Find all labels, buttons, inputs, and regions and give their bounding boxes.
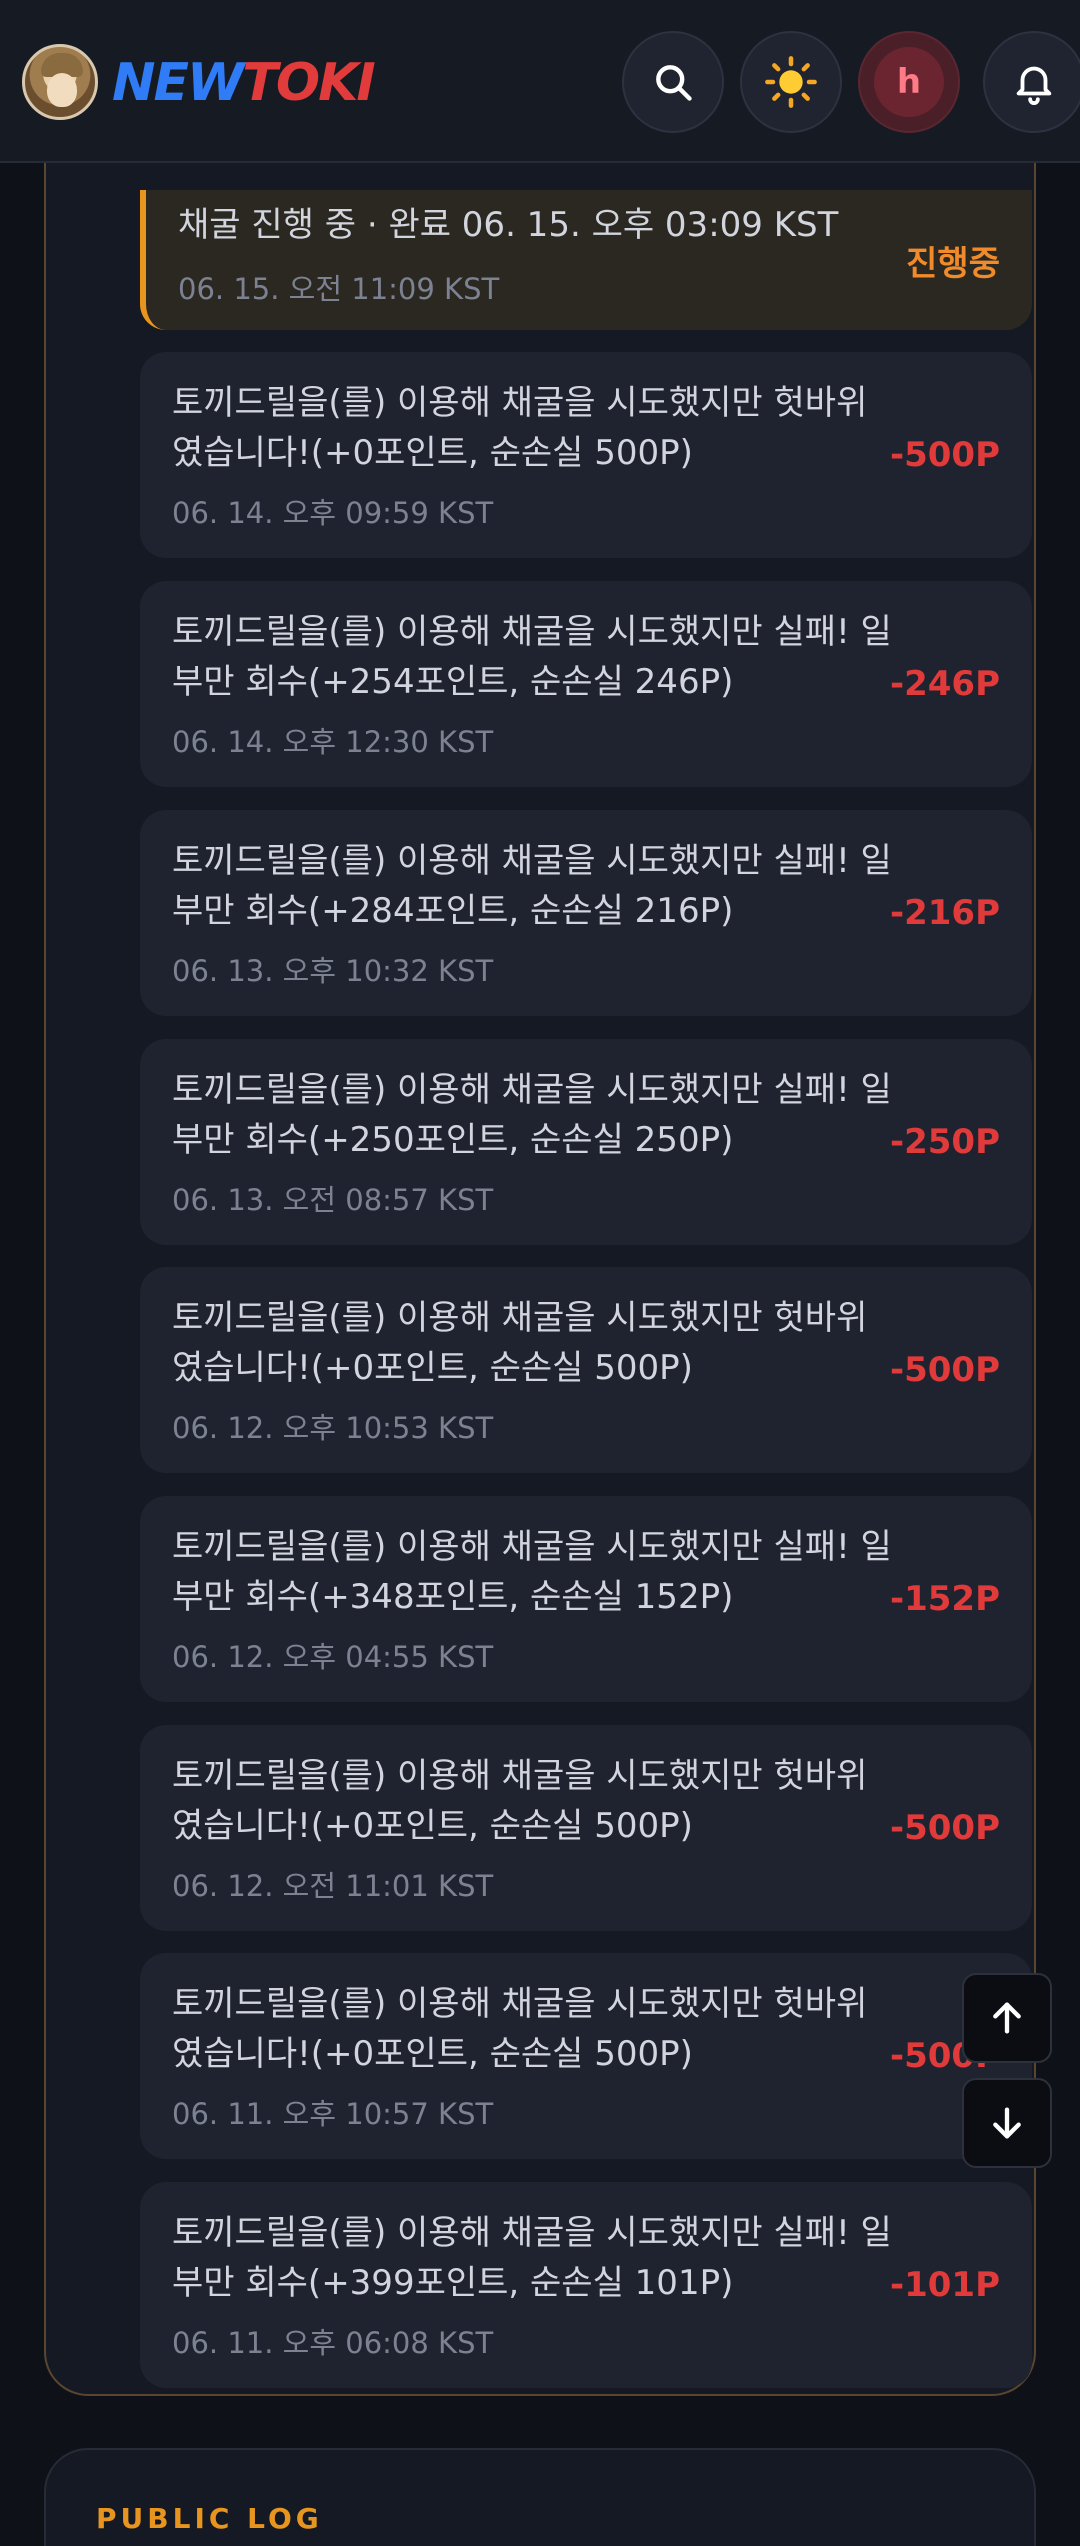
- log-status: 진행중: [906, 243, 1000, 284]
- scroll-to-top-button[interactable]: [962, 1973, 1052, 2063]
- log-message: 토끼드릴을(를) 이용해 채굴을 시도했지만 헛바위였습니다!(+0포인트, 순…: [172, 383, 868, 473]
- log-message: 토끼드릴을(를) 이용해 채굴을 시도했지만 헛바위였습니다!(+0포인트, 순…: [172, 1756, 868, 1846]
- site-logo[interactable]: NEWTOKI: [112, 48, 376, 118]
- log-amount: -500P: [889, 1350, 1000, 1390]
- theme-toggle-button[interactable]: [740, 31, 842, 133]
- arrow-up-icon: [993, 2002, 1021, 2034]
- log-time: 06. 12. 오후 10:53 KST: [172, 1411, 494, 1445]
- user-menu-button[interactable]: h: [858, 31, 960, 133]
- list-item: 토끼드릴을(를) 이용해 채굴을 시도했지만 헛바위였습니다!(+0포인트, 순…: [140, 1953, 1032, 2159]
- log-amount: -152P: [889, 1579, 1000, 1619]
- brand-new: NEW: [112, 53, 244, 113]
- log-time: 06. 12. 오후 04:55 KST: [172, 1640, 494, 1674]
- public-log-title: PUBLIC LOG: [96, 2502, 323, 2535]
- list-item: 토끼드릴을(를) 이용해 채굴을 시도했지만 실패! 일부만 회수(+399포인…: [140, 2182, 1032, 2388]
- log-message: 토끼드릴을(를) 이용해 채굴을 시도했지만 실패! 일부만 회수(+399포인…: [172, 2213, 892, 2303]
- list-item: 토끼드릴을(를) 이용해 채굴을 시도했지만 실패! 일부만 회수(+254포인…: [140, 581, 1032, 787]
- log-message: 토끼드릴을(를) 이용해 채굴을 시도했지만 실패! 일부만 회수(+250포인…: [172, 1070, 892, 1160]
- log-message: 토끼드릴을(를) 이용해 채굴을 시도했지만 헛바위였습니다!(+0포인트, 순…: [172, 1984, 868, 2074]
- log-amount: -250P: [889, 1122, 1000, 1162]
- log-amount: -500P: [889, 435, 1000, 475]
- log-amount: -246P: [889, 664, 1000, 704]
- log-time: 06. 14. 오후 09:59 KST: [172, 496, 494, 530]
- log-message: 토끼드릴을(를) 이용해 채굴을 시도했지만 실패! 일부만 회수(+254포인…: [172, 612, 892, 702]
- list-item: 토끼드릴을(를) 이용해 채굴을 시도했지만 헛바위였습니다!(+0포인트, 순…: [140, 352, 1032, 558]
- arrow-down-icon: [993, 2107, 1021, 2139]
- notifications-button[interactable]: [983, 31, 1080, 133]
- sun-icon: [765, 56, 817, 108]
- list-item: 토끼드릴을(를) 이용해 채굴을 시도했지만 실패! 일부만 회수(+250포인…: [140, 1039, 1032, 1245]
- log-time: 06. 14. 오후 12:30 KST: [172, 725, 494, 759]
- log-time: 06. 15. 오전 11:09 KST: [178, 272, 500, 306]
- log-message: 토끼드릴을(를) 이용해 채굴을 시도했지만 헛바위였습니다!(+0포인트, 순…: [172, 1298, 868, 1388]
- mining-log-card: 채굴 진행 중 · 완료 06. 15. 오후 03:09 KST 06. 15…: [44, 40, 1036, 2396]
- site-logo-avatar[interactable]: [22, 44, 98, 120]
- search-button[interactable]: [622, 31, 724, 133]
- log-amount: -101P: [889, 2265, 1000, 2305]
- list-item: 토끼드릴을(를) 이용해 채굴을 시도했지만 실패! 일부만 회수(+348포인…: [140, 1496, 1032, 1702]
- log-message: 채굴 진행 중 · 완료 06. 15. 오후 03:09 KST: [178, 205, 839, 245]
- list-item: 토끼드릴을(를) 이용해 채굴을 시도했지만 실패! 일부만 회수(+284포인…: [140, 810, 1032, 1016]
- search-icon: [656, 65, 692, 101]
- log-time: 06. 11. 오후 06:08 KST: [172, 2326, 494, 2360]
- log-time: 06. 11. 오후 10:57 KST: [172, 2097, 494, 2131]
- user-avatar: h: [874, 47, 944, 117]
- log-amount: -216P: [889, 893, 1000, 933]
- log-amount: -500P: [889, 1808, 1000, 1848]
- public-log-card: PUBLIC LOG: [44, 2448, 1036, 2546]
- list-item: 토끼드릴을(를) 이용해 채굴을 시도했지만 헛바위였습니다!(+0포인트, 순…: [140, 1725, 1032, 1931]
- bell-icon: [1016, 66, 1052, 105]
- list-item: 토끼드릴을(를) 이용해 채굴을 시도했지만 헛바위였습니다!(+0포인트, 순…: [140, 1267, 1032, 1473]
- log-time: 06. 13. 오전 08:57 KST: [172, 1183, 494, 1217]
- brand-toki: TOKI: [242, 53, 375, 113]
- log-item-progress: 채굴 진행 중 · 완료 06. 15. 오후 03:09 KST 06. 15…: [140, 190, 1032, 330]
- top-header: NEWTOKI h: [0, 0, 1080, 163]
- scroll-to-bottom-button[interactable]: [962, 2078, 1052, 2168]
- log-message: 토끼드릴을(를) 이용해 채굴을 시도했지만 실패! 일부만 회수(+348포인…: [172, 1527, 892, 1617]
- log-message: 토끼드릴을(를) 이용해 채굴을 시도했지만 실패! 일부만 회수(+284포인…: [172, 841, 892, 931]
- log-time: 06. 13. 오후 10:32 KST: [172, 954, 494, 988]
- log-time: 06. 12. 오전 11:01 KST: [172, 1869, 494, 1903]
